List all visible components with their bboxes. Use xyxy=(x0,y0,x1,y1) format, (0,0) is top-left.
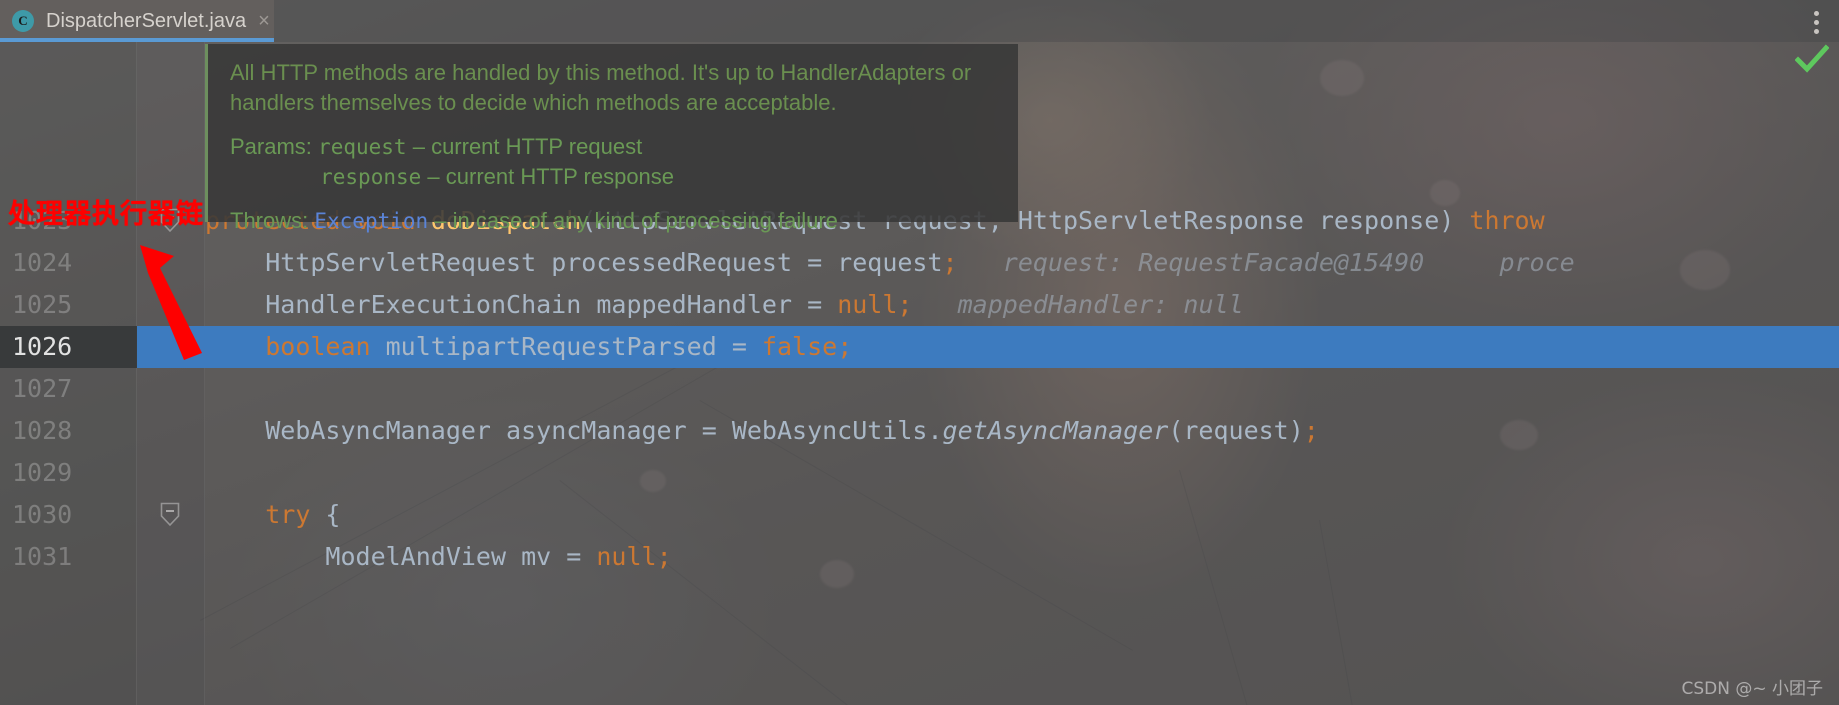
java-class-icon: C xyxy=(12,10,34,32)
code-line-1026[interactable]: 1026 boolean multipartRequestParsed = fa… xyxy=(0,326,1839,368)
param-1-name: response xyxy=(320,165,422,189)
code-line-1030[interactable]: 1030 try { xyxy=(0,494,1839,536)
code-line-1027[interactable]: 1027 xyxy=(0,368,1839,410)
annotation-label: 处理器执行器链 xyxy=(8,199,204,230)
code-line-text: WebAsyncManager asyncManager = WebAsyncU… xyxy=(205,416,1319,445)
params-label: Params: xyxy=(230,134,312,159)
tab-dispatcherservlet-java[interactable]: C DispatcherServlet.java × xyxy=(0,0,274,42)
code-line-text: HttpServletRequest processedRequest = re… xyxy=(205,248,1575,277)
param-0-dash: – xyxy=(412,134,425,159)
code-line-1031[interactable]: 1031 ModelAndView mv = null; xyxy=(0,536,1839,578)
param-0-desc: current HTTP request xyxy=(431,134,643,159)
javadoc-params: Params: request – current HTTP request r… xyxy=(230,132,1000,192)
code-line-1024[interactable]: 1024 HttpServletRequest processedRequest… xyxy=(0,242,1839,284)
throws-dash: – xyxy=(434,208,447,233)
line-number: 1025 xyxy=(12,290,73,319)
code-line-text: HandlerExecutionChain mappedHandler = nu… xyxy=(205,290,1244,319)
javadoc-tooltip: All HTTP methods are handled by this met… xyxy=(205,44,1018,233)
line-number: 1028 xyxy=(12,416,73,445)
line-number: 1031 xyxy=(12,542,73,571)
param-1-desc: current HTTP response xyxy=(445,164,675,189)
fold-collapse-icon[interactable] xyxy=(160,502,180,528)
code-line-text: boolean multipartRequestParsed = false; xyxy=(265,332,853,361)
code-line-text: ModelAndView mv = null; xyxy=(205,542,672,571)
watermark: CSDN @~ 小团子 xyxy=(1681,679,1823,699)
line-number: 1030 xyxy=(12,500,73,529)
line-number: 1029 xyxy=(12,458,73,487)
javadoc-throws: Throws: Exception – in case of any kind … xyxy=(230,206,1000,236)
close-icon[interactable]: × xyxy=(258,11,270,31)
throws-label: Throws: xyxy=(230,208,309,233)
javadoc-description: All HTTP methods are handled by this met… xyxy=(230,60,972,115)
code-line-1028[interactable]: 1028 WebAsyncManager asyncManager = WebA… xyxy=(0,410,1839,452)
inspection-ok-icon[interactable] xyxy=(1794,44,1830,74)
code-line-1025[interactable]: 1025 HandlerExecutionChain mappedHandler… xyxy=(0,284,1839,326)
editor-tab-bar: C DispatcherServlet.java × xyxy=(0,0,1839,42)
param-0-name: request xyxy=(318,135,407,159)
code-line-1029[interactable]: 1029 xyxy=(0,452,1839,494)
line-number: 1024 xyxy=(12,248,73,277)
code-line-text: try { xyxy=(265,500,341,529)
red-arrow-icon xyxy=(140,245,270,365)
param-1-dash: – xyxy=(427,164,440,189)
line-number: 1027 xyxy=(12,374,73,403)
throws-type-link[interactable]: Exception xyxy=(314,209,428,233)
more-options-icon[interactable] xyxy=(1807,8,1825,36)
throws-desc: in case of any kind of processing failur… xyxy=(452,208,838,233)
line-number: 1026 xyxy=(12,332,73,361)
editor-window: 1023protected void doDispatch(HttpServle… xyxy=(0,0,1839,705)
tab-label: DispatcherServlet.java xyxy=(46,9,247,32)
